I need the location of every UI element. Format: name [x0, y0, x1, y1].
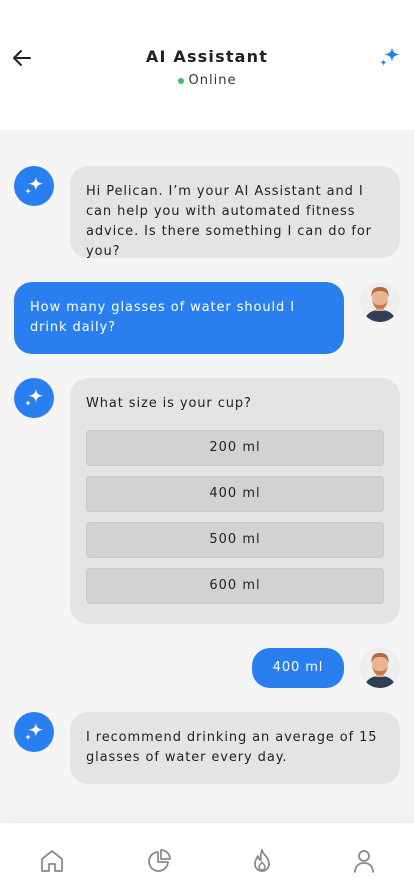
- user-avatar: [360, 648, 400, 688]
- ai-question-bubble: What size is your cup? 200 ml 400 ml 500…: [70, 378, 400, 624]
- page-title: AI Assistant: [145, 47, 269, 66]
- ai-message-bubble: Hi Pelican. I’m your AI Assistant and I …: [70, 166, 400, 259]
- cup-size-options: 200 ml 400 ml 500 ml 600 ml: [86, 430, 384, 604]
- ai-message-bubble: I recommend drinking an average of 15 gl…: [70, 712, 400, 784]
- option-500ml-button[interactable]: 500 ml: [86, 522, 384, 558]
- ai-message-text: Hi Pelican. I’m your AI Assistant and I …: [86, 184, 372, 259]
- sparkle-icon: [24, 722, 44, 741]
- home-icon: [41, 850, 63, 872]
- user-photo: [360, 648, 400, 688]
- pie-chart-icon: [148, 849, 171, 872]
- flame-icon: [254, 849, 270, 872]
- bottom-navigation: [0, 823, 414, 896]
- user-message-bubble: How many glasses of water should I drink…: [14, 282, 344, 354]
- online-status: Online: [0, 73, 414, 88]
- nav-stats[interactable]: [146, 848, 172, 874]
- nav-activity[interactable]: [249, 848, 275, 874]
- user-message-bubble: 400 ml: [252, 648, 344, 688]
- option-200ml-button[interactable]: 200 ml: [86, 430, 384, 466]
- user-message-text: How many glasses of water should I drink…: [30, 300, 295, 335]
- sparkle-icon: [24, 176, 44, 195]
- ai-avatar: [14, 166, 54, 206]
- ai-message-text: What size is your cup?: [86, 396, 252, 411]
- sparkle-icon: [24, 388, 44, 407]
- ai-avatar: [14, 712, 54, 752]
- chat-header: AI Assistant Online: [0, 0, 414, 130]
- nav-profile[interactable]: [351, 848, 377, 874]
- status-dot: [177, 77, 184, 84]
- user-photo: [360, 282, 400, 322]
- user-message-text: 400 ml: [272, 660, 324, 675]
- ai-message-text: I recommend drinking an average of 15 gl…: [86, 730, 378, 765]
- assistant-action-button[interactable]: [378, 46, 402, 70]
- nav-home[interactable]: [39, 848, 65, 874]
- profile-icon: [354, 850, 374, 873]
- user-avatar: [360, 282, 400, 322]
- ai-avatar: [14, 378, 54, 418]
- option-400ml-button[interactable]: 400 ml: [86, 476, 384, 512]
- option-600ml-button[interactable]: 600 ml: [86, 568, 384, 604]
- status-label: Online: [188, 73, 237, 88]
- sparkle-icon: [380, 47, 400, 66]
